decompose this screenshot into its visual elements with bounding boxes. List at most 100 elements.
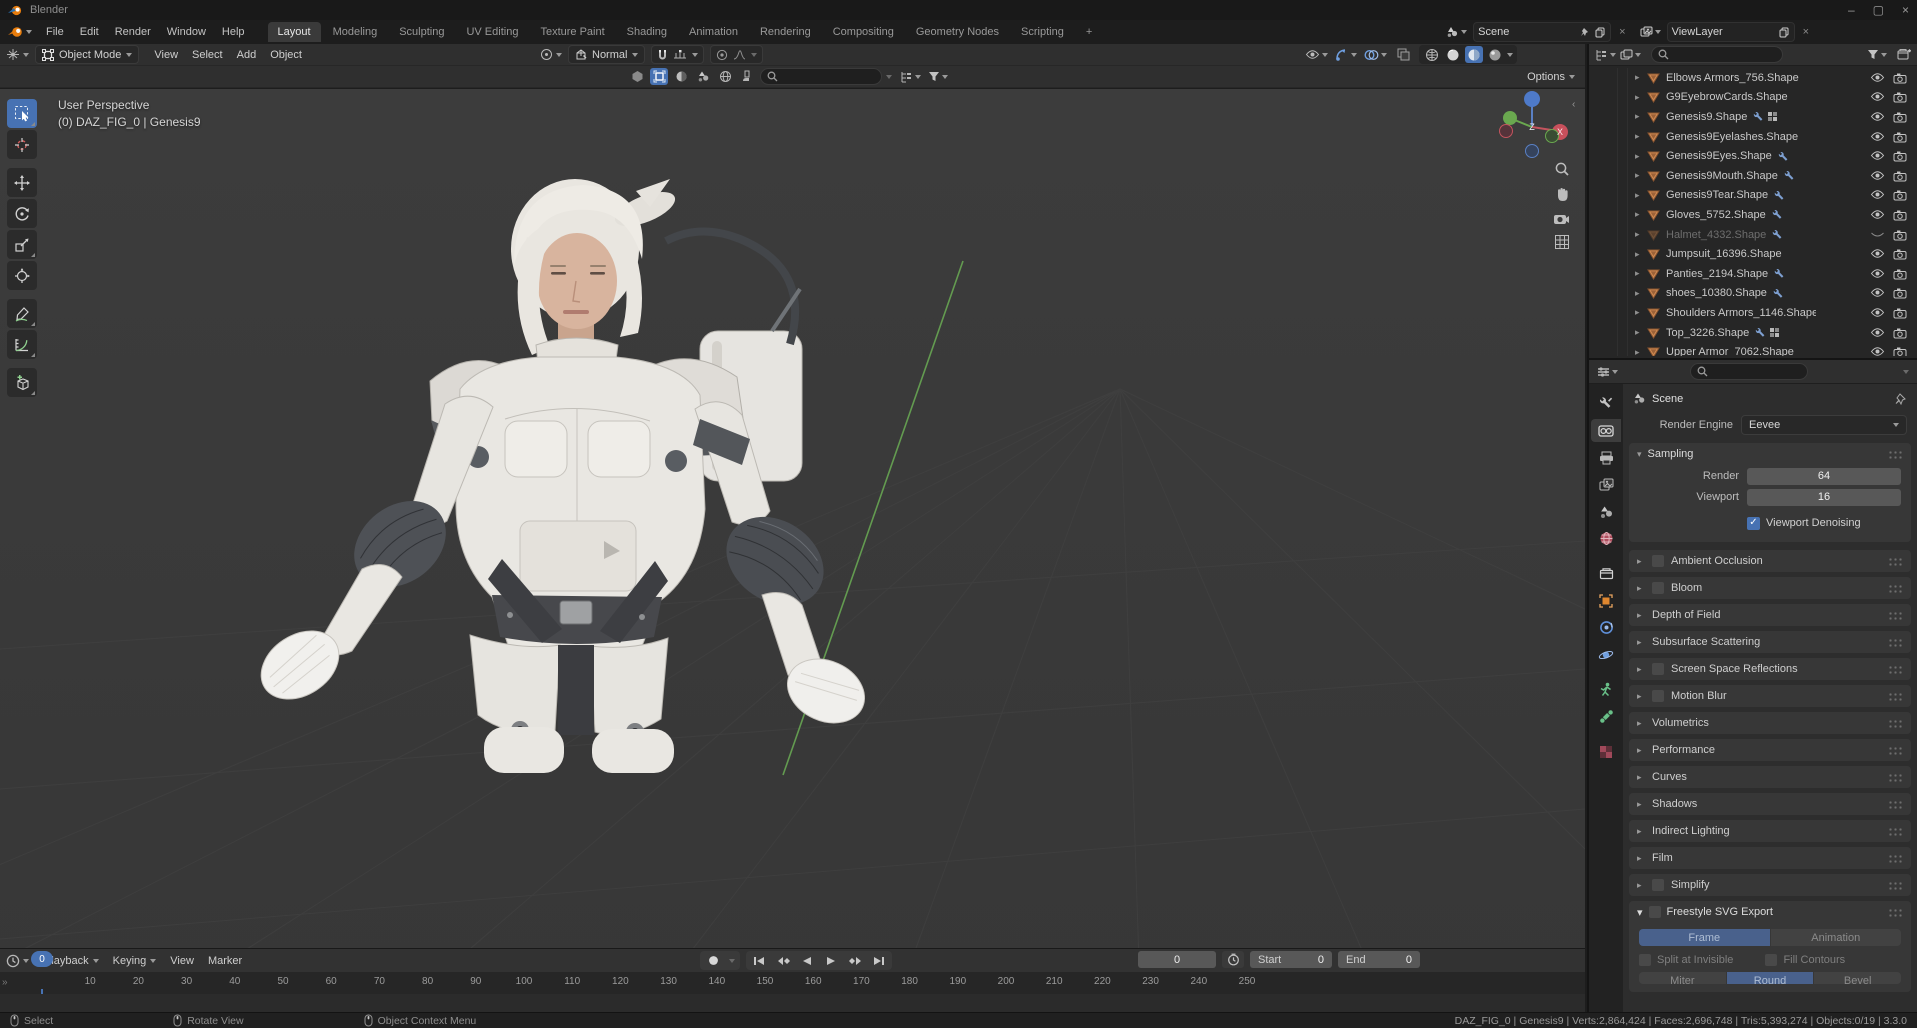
disable-render-icon[interactable]	[1893, 131, 1907, 143]
keying-set-chevron[interactable]	[726, 952, 738, 969]
timeline-expand-icon[interactable]: »	[2, 977, 8, 988]
scene-unlink-icon[interactable]: ×	[1617, 26, 1627, 38]
orientation-dropdown[interactable]: Normal	[568, 45, 646, 64]
tool-transform[interactable]	[7, 261, 37, 290]
properties-tab-collection[interactable]	[1591, 562, 1621, 585]
panel-drag-grip[interactable]	[1888, 556, 1903, 566]
new-viewlayer-copy-icon[interactable]	[1779, 27, 1790, 38]
transform-pivot-icon[interactable]	[540, 48, 562, 61]
expand-arrow-icon[interactable]: ▸	[1635, 249, 1647, 260]
properties-tab-world[interactable]	[1591, 527, 1621, 550]
render-engine-dropdown[interactable]: Eevee	[1741, 415, 1907, 435]
disable-render-icon[interactable]	[1893, 248, 1907, 260]
sidebar-expand-icon[interactable]: ‹	[1572, 99, 1575, 110]
disable-render-icon[interactable]	[1893, 189, 1907, 201]
outliner-row-g9eyebrowcards-shape[interactable]: ▸ G9EyebrowCards.Shape	[1589, 87, 1917, 108]
tab-item[interactable]: +	[1076, 22, 1102, 42]
pin-icon[interactable]	[1580, 27, 1590, 38]
new-collection-icon[interactable]	[1897, 48, 1911, 61]
hide-viewport-icon[interactable]	[1870, 189, 1885, 201]
filter-object-icon[interactable]	[650, 68, 668, 85]
menu-render[interactable]: Render	[107, 23, 159, 41]
hide-viewport-icon[interactable]	[1870, 72, 1885, 84]
tab-shading[interactable]: Shading	[617, 22, 677, 42]
freestyle-checkbox[interactable]	[1648, 906, 1661, 918]
current-frame-field[interactable]: 0	[1138, 951, 1216, 968]
properties-tab-view-layer[interactable]	[1591, 473, 1621, 496]
minimize-button[interactable]: –	[1848, 3, 1855, 17]
maximize-button[interactable]: ▢	[1873, 3, 1884, 17]
current-frame-indicator[interactable]: 0	[31, 951, 53, 967]
panel-drag-grip[interactable]	[1888, 772, 1903, 782]
panel-checkbox[interactable]	[1652, 582, 1664, 594]
expand-arrow-icon[interactable]: ▸	[1635, 131, 1647, 142]
expand-arrow-icon[interactable]: ▸	[1635, 229, 1647, 240]
menu-window[interactable]: Window	[159, 23, 214, 41]
outliner-row-elbows-armors-756-shape[interactable]: ▸ Elbows Armors_756.Shape	[1589, 68, 1917, 88]
panel-drag-grip[interactable]	[1888, 637, 1903, 647]
tab-layout[interactable]: Layout	[267, 22, 321, 42]
mode-dropdown[interactable]: Object Mode	[35, 45, 140, 64]
scene-datablock-icon[interactable]	[1446, 26, 1468, 38]
expand-arrow-icon[interactable]: ▸	[1635, 307, 1647, 318]
panel-drag-grip[interactable]	[1888, 664, 1903, 674]
panel-drag-grip[interactable]	[1888, 799, 1903, 809]
outliner-row-genesis9eyelashes-shape[interactable]: ▸ Genesis9Eyelashes.Shape	[1589, 126, 1917, 147]
outliner-row-genesis9eyes-shape[interactable]: ▸ Genesis9Eyes.Shape	[1589, 146, 1917, 166]
tool-scale[interactable]	[7, 230, 37, 259]
properties-tab-texture[interactable]	[1591, 740, 1621, 763]
disable-render-icon[interactable]	[1893, 287, 1907, 299]
properties-options-chevron[interactable]	[1903, 369, 1909, 374]
disable-render-icon[interactable]	[1893, 111, 1907, 123]
properties-tab-object[interactable]	[1591, 589, 1621, 612]
linejoin-bevel-button[interactable]: Bevel	[1814, 972, 1901, 984]
filter-world-icon[interactable]	[716, 68, 734, 85]
hide-viewport-icon[interactable]	[1870, 346, 1885, 356]
use-preview-range-icon[interactable]	[1222, 951, 1244, 968]
outliner-row-jumpsuit-16396-shape[interactable]: ▸ Jumpsuit_16396.Shape	[1589, 244, 1917, 264]
sampling-render-field[interactable]: 64	[1747, 467, 1901, 485]
freestyle-animation-button[interactable]: Animation	[1770, 929, 1901, 946]
outliner-search-input[interactable]	[1651, 46, 1783, 63]
menu-help[interactable]: Help	[214, 23, 253, 41]
shading-material-icon[interactable]	[1465, 46, 1483, 63]
properties-tab-tool[interactable]	[1591, 392, 1621, 415]
xray-toggle[interactable]	[1394, 46, 1412, 63]
pan-hand-icon[interactable]	[1554, 186, 1570, 202]
properties-tab-physics[interactable]	[1591, 643, 1621, 666]
freestyle-frame-button[interactable]: Frame	[1639, 929, 1770, 946]
outliner-row-top-3226-shape[interactable]: ▸ Top_3226.Shape	[1589, 322, 1917, 343]
snap-controls[interactable]	[651, 45, 705, 64]
panel-shadows[interactable]: ▸ Shadows	[1629, 793, 1911, 815]
tab-scripting[interactable]: Scripting	[1011, 22, 1074, 42]
hide-viewport-icon[interactable]	[1870, 170, 1885, 182]
tab-compositing[interactable]: Compositing	[823, 22, 904, 42]
outliner-row-halmet-4332-shape[interactable]: ▸ Halmet_4332.Shape	[1589, 224, 1917, 245]
disable-render-icon[interactable]	[1893, 346, 1907, 356]
viewport-menu-object[interactable]: Object	[263, 47, 309, 63]
expand-arrow-icon[interactable]: ▸	[1635, 92, 1647, 103]
tab-uv-editing[interactable]: UV Editing	[456, 22, 528, 42]
play-icon[interactable]	[820, 952, 842, 969]
outliner-row-genesis9tear-shape[interactable]: ▸ Genesis9Tear.Shape	[1589, 185, 1917, 206]
panel-checkbox[interactable]	[1652, 690, 1664, 702]
tab-rendering[interactable]: Rendering	[750, 22, 821, 42]
outliner-display-mode-dropdown[interactable]	[1620, 49, 1641, 61]
timeline-ruler[interactable]: 10 20 30 40 50 60 70 80 90 100 110 120 130 140 150 160 1…	[0, 972, 1585, 995]
panel-curves[interactable]: ▸ Curves	[1629, 766, 1911, 788]
panel-depth-of-field[interactable]: ▸ Depth of Field	[1629, 604, 1911, 626]
panel-checkbox[interactable]	[1652, 555, 1664, 567]
panel-checkbox[interactable]	[1652, 879, 1664, 891]
linejoin-round-button[interactable]: Round	[1726, 972, 1814, 984]
tool-rotate[interactable]	[7, 199, 37, 228]
timeline-track-area[interactable]	[0, 994, 1585, 1013]
filter-brush-icon[interactable]	[738, 68, 756, 85]
outliner-row-shoulders-armors-1146-shape[interactable]: ▸ Shoulders Armors_1146.Shape	[1589, 303, 1917, 323]
hide-viewport-icon[interactable]	[1870, 307, 1885, 319]
tool-annotate[interactable]	[7, 299, 37, 328]
zoom-icon[interactable]	[1554, 161, 1570, 177]
viewlayer-datablock-icon[interactable]	[1640, 26, 1661, 38]
outliner-row-panties-2194-shape[interactable]: ▸ Panties_2194.Shape	[1589, 263, 1917, 284]
hide-viewport-icon[interactable]	[1870, 327, 1885, 339]
panel-drag-grip[interactable]	[1888, 718, 1903, 728]
